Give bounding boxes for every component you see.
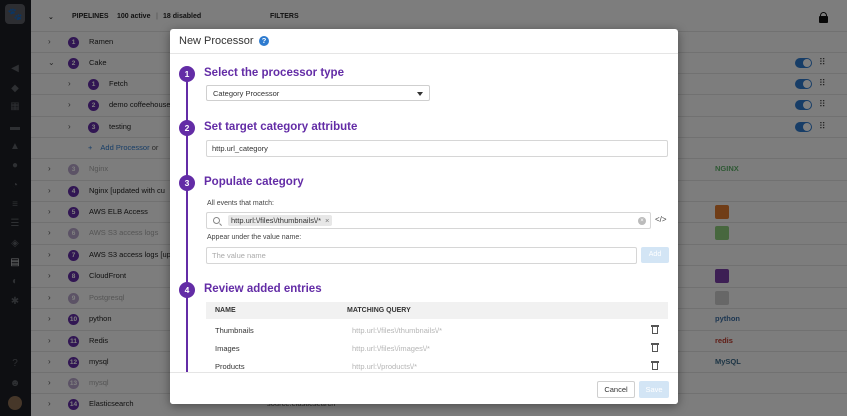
code-toggle-icon[interactable]: </> bbox=[655, 215, 667, 224]
modal-title: New Processor bbox=[179, 35, 254, 47]
step-1-title: Select the processor type bbox=[204, 67, 344, 79]
value-name-input[interactable]: The value name bbox=[206, 247, 637, 264]
help-icon[interactable]: ? bbox=[259, 36, 269, 46]
step-4-title: Review added entries bbox=[204, 283, 322, 295]
entry-query: http.url:\/files\/thumbnails\/* bbox=[352, 326, 443, 335]
step-2-title: Set target category attribute bbox=[204, 121, 358, 133]
processor-type-value: Category Processor bbox=[213, 89, 280, 98]
step-3-badge: 3 bbox=[179, 175, 195, 191]
entry-name: Thumbnails bbox=[215, 326, 254, 335]
value-name-label: Appear under the value name: bbox=[207, 234, 302, 241]
trash-icon[interactable] bbox=[651, 361, 659, 370]
new-processor-modal: New Processor ? 1 Select the processor t… bbox=[170, 29, 678, 404]
step-1-badge: 1 bbox=[179, 66, 195, 82]
save-button[interactable]: Save bbox=[639, 381, 669, 398]
query-search-bar[interactable]: http.url:\/files\/thumbnails\/* × × bbox=[206, 212, 651, 229]
entry-name: Products bbox=[215, 362, 245, 371]
target-attribute-input[interactable]: http.url_category bbox=[206, 140, 668, 157]
step-3-title: Populate category bbox=[204, 176, 304, 188]
remove-chip-icon[interactable]: × bbox=[325, 216, 329, 225]
table-header: NAME MATCHING QUERY bbox=[206, 302, 668, 319]
col-name-header: NAME bbox=[215, 307, 236, 314]
search-icon bbox=[213, 217, 220, 224]
trash-icon[interactable] bbox=[651, 325, 659, 334]
cancel-button[interactable]: Cancel bbox=[597, 381, 635, 398]
events-label: All events that match: bbox=[207, 200, 274, 207]
table-row: Images http.url:\/files\/images\/* bbox=[206, 339, 668, 357]
entry-name: Images bbox=[215, 344, 240, 353]
query-chip[interactable]: http.url:\/files\/thumbnails\/* × bbox=[228, 215, 333, 226]
entry-query: http.url:\/products\/* bbox=[352, 362, 418, 371]
modal-header: New Processor ? bbox=[170, 29, 678, 54]
caret-down-icon bbox=[417, 92, 423, 96]
processor-type-select[interactable]: Category Processor bbox=[206, 85, 430, 101]
table-row: Thumbnails http.url:\/files\/thumbnails\… bbox=[206, 321, 668, 339]
trash-icon[interactable] bbox=[651, 343, 659, 352]
step-4-badge: 4 bbox=[179, 282, 195, 298]
col-query-header: MATCHING QUERY bbox=[347, 307, 411, 314]
entry-query: http.url:\/files\/images\/* bbox=[352, 344, 430, 353]
modal-footer: Cancel Save bbox=[170, 372, 678, 404]
clear-query-icon[interactable]: × bbox=[638, 217, 646, 225]
add-entry-button[interactable]: Add bbox=[641, 247, 669, 263]
step-2-badge: 2 bbox=[179, 120, 195, 136]
